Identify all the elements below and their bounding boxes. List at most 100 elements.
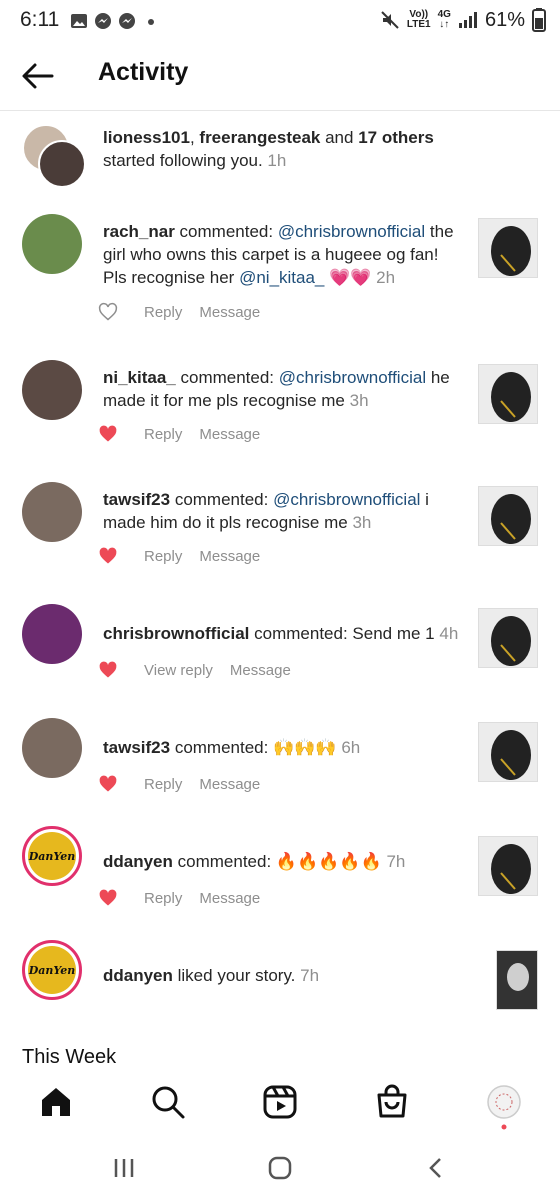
battery-level: 61% [484,8,525,31]
notification-text: lioness101, freerangesteak and 17 others… [103,126,463,172]
avatar[interactable]: DanYen [22,940,82,1000]
post-thumbnail[interactable] [478,722,538,782]
notification-icons [70,12,160,30]
recent-apps-icon[interactable] [112,1156,136,1180]
username[interactable]: lioness101 [103,128,190,147]
username[interactable]: ddanyen [103,852,173,871]
mention-link[interactable]: @ni_kitaa_ [239,268,324,287]
notification-text: chrisbrownofficial commented: Send me 1 … [103,622,463,645]
comment-actions: Reply Message [98,302,260,322]
avatar-logo: DanYen [28,832,76,880]
avatar[interactable] [22,718,82,778]
notification-text: rach_nar commented: @chrisbrownofficial … [103,220,463,289]
network-type: 4G ↓↑ [437,9,451,30]
notification-text: ddanyen commented: 🔥🔥🔥🔥🔥 7h [103,850,463,873]
heart-outline-icon[interactable] [98,302,118,322]
heart-filled-icon[interactable] [98,888,118,908]
system-back-icon[interactable] [426,1156,446,1180]
reels-icon[interactable] [262,1084,298,1120]
notification-text: tawsif23 commented: 🙌🙌🙌 6h [103,736,463,759]
timestamp: 7h [386,852,406,871]
header: Activity [0,44,560,111]
post-thumbnail[interactable] [478,218,538,278]
avatar[interactable] [22,482,82,542]
username[interactable]: ni_kitaa_ [103,368,176,387]
notification-fragment: commented: [174,222,278,241]
shop-icon[interactable] [374,1084,410,1120]
network-label: Vo)) LTE1 [406,9,431,30]
bottom-nav [0,1078,560,1138]
profile-icon[interactable] [486,1084,522,1130]
mention-link[interactable]: @chrisbrownofficial [273,490,420,509]
notification-fragment: commented: [175,368,279,387]
notification-fragment: commented: 🙌🙌🙌 [170,738,342,757]
username[interactable]: tawsif23 [103,490,170,509]
avatar[interactable] [22,214,82,274]
page-title: Activity [98,58,189,86]
reply-button[interactable]: Reply [144,426,182,443]
timestamp: 6h [341,738,361,757]
avatar-group[interactable] [22,124,86,188]
message-button[interactable]: Message [199,890,260,907]
post-thumbnail[interactable] [478,364,538,424]
username[interactable]: ddanyen [103,966,173,985]
story-thumbnail[interactable] [496,950,538,1010]
username[interactable]: chrisbrownofficial [103,624,249,643]
reply-button[interactable]: Reply [144,890,182,907]
mention-link[interactable]: @chrisbrownofficial [278,222,425,241]
notification-fragment: and [320,128,359,147]
notification-text: ddanyen liked your story. 7h [103,964,463,987]
heart-filled-icon[interactable] [98,660,118,680]
status-bar: 6:11 Vo)) LTE1 4G ↓↑ 61% [0,0,560,44]
username[interactable]: tawsif23 [103,738,170,757]
comment-actions: Reply Message [98,888,260,908]
battery-icon [532,8,546,32]
message-button[interactable]: Message [199,304,260,321]
comment-actions: Reply Message [98,424,260,444]
notification-fragment: commented: 🔥🔥🔥🔥🔥 [172,852,387,871]
heart-filled-icon[interactable] [98,424,118,444]
status-right: Vo)) LTE1 4G ↓↑ 61% [380,8,546,32]
timestamp: 3h [349,391,369,410]
mention-link[interactable]: @chrisbrownofficial [279,368,426,387]
back-arrow-icon[interactable] [20,58,56,94]
avatar[interactable] [22,604,82,664]
avatar-logo: DanYen [28,946,76,994]
heart-filled-icon[interactable] [98,546,118,566]
username[interactable]: rach_nar [103,222,175,241]
post-thumbnail[interactable] [478,486,538,546]
reply-button[interactable]: Reply [144,548,182,565]
dot-icon [148,19,154,25]
post-thumbnail[interactable] [478,608,538,668]
comment-actions: Reply Message [98,774,260,794]
notification-fragment: commented: [170,490,274,509]
notification-text: tawsif23 commented: @chrisbrownofficial … [103,488,463,534]
timestamp: 7h [300,966,320,985]
comment-actions: Reply Message [98,546,260,566]
timestamp: 3h [352,513,372,532]
message-button[interactable]: Message [230,662,291,679]
message-button[interactable]: Message [199,776,260,793]
notification-fragment: started following you. [103,151,268,170]
timestamp: 1h [267,151,287,170]
home-icon[interactable] [38,1084,74,1120]
search-icon[interactable] [150,1084,186,1120]
reply-button[interactable]: Reply [144,776,182,793]
status-time: 6:11 [20,8,60,31]
view-reply-button[interactable]: View reply [144,662,213,679]
message-button[interactable]: Message [199,426,260,443]
post-thumbnail[interactable] [478,836,538,896]
username[interactable]: 17 others [358,128,434,147]
username[interactable]: freerangesteak [199,128,320,147]
notification-text: ni_kitaa_ commented: @chrisbrownofficial… [103,366,463,412]
reply-button[interactable]: Reply [144,304,182,321]
heart-filled-icon[interactable] [98,774,118,794]
avatar[interactable]: DanYen [22,826,82,886]
messenger-icon [119,13,135,29]
notification-fragment: 💗💗 [324,268,377,287]
message-button[interactable]: Message [199,548,260,565]
home-button-icon[interactable] [268,1156,292,1180]
avatar[interactable] [22,360,82,420]
notification-fragment: commented: Send me 1 [249,624,440,643]
timestamp: 2h [376,268,396,287]
